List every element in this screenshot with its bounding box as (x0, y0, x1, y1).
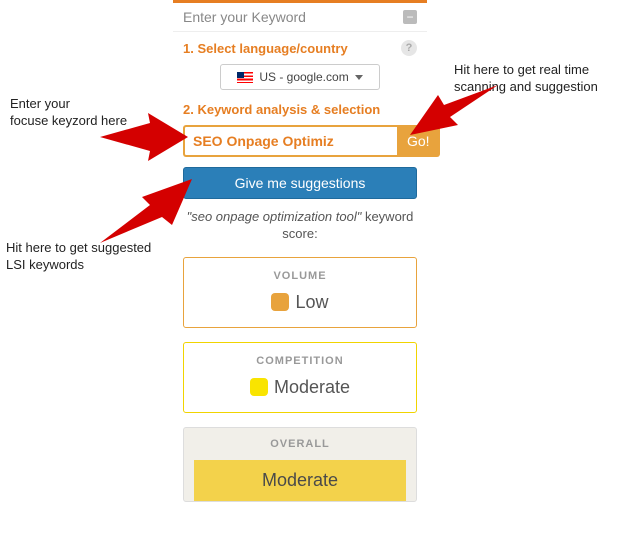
volume-chip-icon (271, 293, 289, 311)
keyword-row: Go! (183, 125, 417, 157)
help-icon[interactable]: ? (401, 40, 417, 56)
country-select-label: US - google.com (259, 70, 348, 84)
keyword-score-text: "seo onpage optimization tool" keyword s… (183, 209, 417, 243)
keyword-panel: Enter your Keyword − 1. Select language/… (173, 0, 427, 524)
arrow-icon (100, 175, 200, 245)
competition-value-row: Moderate (194, 377, 406, 398)
step2-title: 2. Keyword analysis & selection (183, 102, 417, 117)
step1-title: 1. Select language/country (183, 41, 348, 56)
volume-label: VOLUME (194, 270, 406, 282)
overall-label: OVERALL (194, 438, 406, 450)
competition-value: Moderate (274, 377, 350, 398)
competition-box: COMPETITION Moderate (183, 342, 417, 413)
panel-body: 1. Select language/country ? US - google… (173, 32, 427, 524)
volume-value: Low (295, 292, 328, 313)
arrow-icon (100, 105, 190, 165)
panel-header: Enter your Keyword − (173, 3, 427, 32)
volume-value-row: Low (194, 292, 406, 313)
chevron-down-icon (355, 75, 363, 80)
volume-box: VOLUME Low (183, 257, 417, 328)
suggestions-button[interactable]: Give me suggestions (183, 167, 417, 199)
annotation-hit-suggest: Hit here to get suggested LSI keywords (6, 240, 151, 274)
overall-box: OVERALL Moderate (183, 427, 417, 502)
panel-title: Enter your Keyword (183, 9, 306, 25)
country-select[interactable]: US - google.com (220, 64, 380, 90)
score-prefix: "seo onpage optimization tool" (187, 209, 362, 224)
step1-row: 1. Select language/country ? (183, 40, 417, 56)
collapse-icon[interactable]: − (403, 10, 417, 24)
competition-label: COMPETITION (194, 355, 406, 367)
arrow-icon (410, 85, 500, 155)
competition-chip-icon (250, 378, 268, 396)
overall-value: Moderate (194, 460, 406, 501)
us-flag-icon (237, 72, 253, 83)
keyword-input[interactable] (183, 125, 397, 157)
